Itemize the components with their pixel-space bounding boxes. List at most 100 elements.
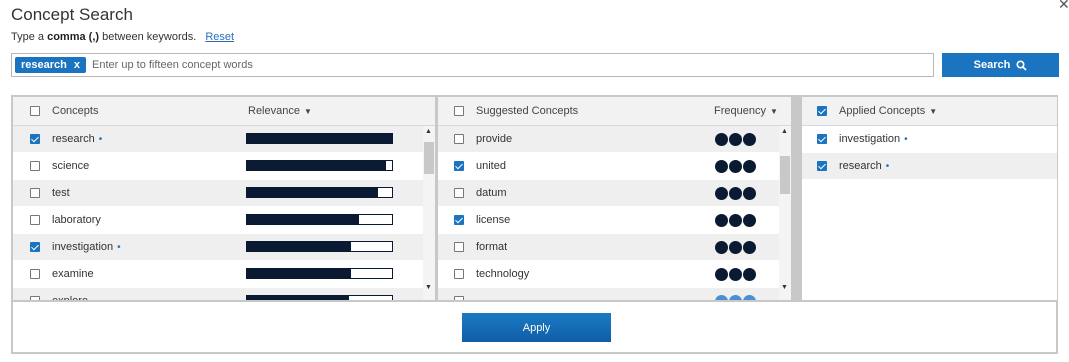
frequency-dot-icon — [715, 214, 728, 227]
suggested-row[interactable] — [438, 288, 791, 300]
scroll-thumb[interactable] — [780, 156, 790, 194]
frequency-label: Frequency — [714, 105, 766, 117]
sort-caret-icon: ▼ — [769, 107, 778, 116]
relevance-bar — [246, 295, 393, 300]
concept-label-text: examine — [52, 268, 94, 280]
suggested-header: Suggested Concepts Frequency ▼ — [438, 97, 791, 126]
hint-suffix: between keywords. — [102, 31, 197, 43]
applied-header-label: Applied Concepts — [839, 105, 926, 117]
suggested-label: license — [476, 214, 511, 226]
frequency-dot-icon — [715, 295, 728, 300]
sort-caret-icon: ▼ — [303, 107, 312, 116]
concept-checkbox[interactable] — [30, 215, 40, 225]
sort-caret-icon: ▼ — [929, 107, 938, 116]
scroll-thumb[interactable] — [424, 142, 434, 174]
applied-row[interactable]: research • — [802, 153, 1057, 180]
concept-row[interactable]: examine — [13, 261, 435, 288]
applied-row[interactable]: investigation • — [802, 126, 1057, 153]
hint-text: Type a comma (,) between keywords. Reset — [11, 31, 234, 43]
suggested-checkbox[interactable] — [454, 269, 464, 279]
suggested-row[interactable]: datum — [438, 180, 791, 207]
concept-label-text: laboratory — [52, 214, 101, 226]
frequency-dot-icon — [729, 268, 742, 281]
scroll-down-icon[interactable]: ▼ — [781, 284, 788, 291]
concept-row[interactable]: explore — [13, 288, 435, 300]
close-icon[interactable]: ✕ — [1058, 0, 1069, 13]
dialog-title: Concept Search — [11, 5, 133, 24]
suggested-row[interactable]: format — [438, 234, 791, 261]
concept-label-text: explore — [52, 295, 88, 300]
concept-row[interactable]: investigation • — [13, 234, 435, 261]
relevance-bar-fill — [247, 269, 352, 278]
applied-dot-icon: • — [885, 161, 890, 172]
suggested-label: format — [476, 241, 508, 253]
apply-button[interactable]: Apply — [462, 313, 611, 342]
scroll-up-icon[interactable]: ▲ — [781, 128, 788, 135]
suggested-checkbox[interactable] — [454, 161, 464, 171]
concepts-select-all-checkbox[interactable] — [30, 106, 40, 116]
frequency-dot-icon — [729, 295, 742, 300]
search-box[interactable]: research x — [11, 53, 934, 77]
applied-label-text: investigation — [839, 133, 901, 145]
applied-checkbox[interactable] — [817, 134, 827, 144]
suggested-checkbox[interactable] — [454, 296, 464, 300]
frequency-dot-icon — [715, 160, 728, 173]
suggested-row[interactable]: license — [438, 207, 791, 234]
concept-row[interactable]: laboratory — [13, 207, 435, 234]
search-icon — [1016, 59, 1027, 71]
frequency-dot-icon — [743, 214, 756, 227]
frequency-dot-icon — [715, 241, 728, 254]
applied-dot-icon: • — [98, 134, 103, 145]
concept-checkbox[interactable] — [30, 188, 40, 198]
suggested-checkbox[interactable] — [454, 215, 464, 225]
search-button[interactable]: Search — [942, 53, 1059, 77]
suggested-label: datum — [476, 187, 507, 199]
frequency-indicator — [715, 214, 757, 227]
scroll-down-icon[interactable]: ▼ — [425, 284, 432, 291]
frequency-dot-icon — [729, 187, 742, 200]
applied-checkbox[interactable] — [817, 161, 827, 171]
relevance-sort-header[interactable]: Relevance ▼ — [248, 105, 312, 117]
frequency-sort-header[interactable]: Frequency ▼ — [714, 105, 778, 117]
relevance-bar — [246, 268, 393, 279]
concept-checkbox[interactable] — [30, 296, 40, 300]
concept-label: research • — [52, 133, 102, 145]
frequency-indicator — [715, 133, 757, 146]
relevance-bar — [246, 133, 393, 144]
concepts-scrollbar[interactable]: ▲ ▼ — [423, 126, 435, 300]
suggested-select-all-checkbox[interactable] — [454, 106, 464, 116]
applied-select-all-checkbox[interactable] — [817, 106, 827, 116]
applied-label-text: research — [839, 160, 882, 172]
concept-checkbox[interactable] — [30, 269, 40, 279]
concept-row[interactable]: research • — [13, 126, 435, 153]
suggested-row[interactable]: provide — [438, 126, 791, 153]
suggested-checkbox[interactable] — [454, 188, 464, 198]
frequency-indicator — [715, 187, 757, 200]
concept-checkbox[interactable] — [30, 242, 40, 252]
applied-dot-icon: • — [904, 134, 908, 145]
search-input[interactable] — [92, 55, 933, 75]
concept-label-text: research — [52, 133, 95, 145]
concept-checkbox[interactable] — [30, 161, 40, 171]
concept-checkbox[interactable] — [30, 134, 40, 144]
suggested-checkbox[interactable] — [454, 242, 464, 252]
concept-label-text: science — [52, 160, 90, 172]
relevance-bar — [246, 187, 393, 198]
reset-link[interactable]: Reset — [205, 31, 234, 43]
suggested-scrollbar[interactable]: ▲ ▼ — [779, 126, 791, 300]
concept-row[interactable]: test — [13, 180, 435, 207]
frequency-indicator — [715, 268, 757, 281]
suggested-row[interactable]: technology — [438, 261, 791, 288]
concept-label: test — [52, 187, 74, 199]
frequency-indicator — [715, 160, 757, 173]
suggested-row[interactable]: united — [438, 153, 791, 180]
chip-remove-button[interactable]: x — [74, 59, 80, 71]
frequency-dot-icon — [743, 295, 756, 300]
relevance-bar — [246, 160, 393, 171]
applied-sort-header[interactable]: Applied Concepts ▼ — [839, 105, 937, 117]
scroll-up-icon[interactable]: ▲ — [425, 128, 432, 135]
concept-row[interactable]: science — [13, 153, 435, 180]
frequency-dot-icon — [729, 160, 742, 173]
concept-label: examine — [52, 268, 98, 280]
suggested-checkbox[interactable] — [454, 134, 464, 144]
